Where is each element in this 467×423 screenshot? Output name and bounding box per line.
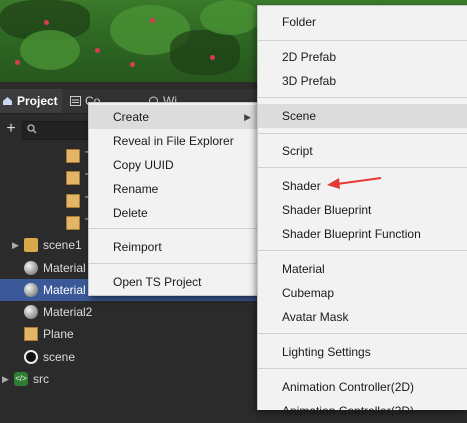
create-submenu: Folder 2D Prefab 3D Prefab Scene Script … xyxy=(257,5,467,418)
search-input[interactable] xyxy=(22,121,94,140)
tree-row-label: Plane xyxy=(43,327,74,342)
annotation-arrow xyxy=(327,177,382,189)
create-item-material[interactable]: Material xyxy=(258,257,467,281)
texture-icon xyxy=(66,171,80,186)
menu-item-label: Delete xyxy=(113,206,148,220)
menu-item-rename[interactable]: Rename xyxy=(89,177,259,201)
mesh-icon xyxy=(24,327,38,342)
search-icon xyxy=(27,123,37,137)
expand-arrow-icon[interactable]: ▶ xyxy=(12,234,19,256)
menu-item-label: 2D Prefab xyxy=(282,50,337,64)
menu-separator xyxy=(258,167,467,168)
menu-separator xyxy=(258,133,467,134)
texture-icon xyxy=(66,215,80,230)
menu-item-label: Script xyxy=(282,144,313,158)
menu-separator xyxy=(258,97,467,98)
texture-icon xyxy=(66,193,80,208)
console-icon xyxy=(70,90,81,106)
tree-row-label: Material xyxy=(43,282,86,297)
menu-item-label: Open TS Project xyxy=(113,275,202,289)
menu-separator xyxy=(258,250,467,251)
scene-icon xyxy=(24,349,38,364)
expand-arrow-icon[interactable]: ▶ xyxy=(2,368,9,390)
tab-project-label: Project xyxy=(17,94,58,108)
menu-item-label: Create xyxy=(113,110,150,124)
tab-project[interactable]: Project xyxy=(0,89,62,113)
create-item-animation-controller-2d[interactable]: Animation Controller(2D) xyxy=(258,375,467,399)
create-item-lighting-settings[interactable]: Lighting Settings xyxy=(258,340,467,364)
menu-item-delete[interactable]: Delete xyxy=(89,201,259,225)
create-item-avatar-mask[interactable]: Avatar Mask xyxy=(258,305,467,329)
home-icon xyxy=(2,90,13,105)
menu-item-label: Scene xyxy=(282,109,317,123)
material-icon xyxy=(24,305,38,320)
widget-icon xyxy=(148,90,159,106)
menu-item-reimport[interactable]: Reimport xyxy=(89,235,259,259)
create-item-scene[interactable]: Scene xyxy=(258,104,467,128)
menu-separator xyxy=(89,263,259,264)
create-item-script[interactable]: Script xyxy=(258,139,467,163)
menu-separator xyxy=(258,333,467,334)
add-button[interactable]: + xyxy=(4,120,18,138)
submenu-arrow-icon: ▶ xyxy=(244,112,251,122)
tree-row-label: scene xyxy=(43,349,76,364)
menu-separator xyxy=(258,368,467,369)
menu-item-create[interactable]: Create ▶ xyxy=(89,105,259,129)
tree-row-label: Material2 xyxy=(43,305,93,320)
menu-item-label: Lighting Settings xyxy=(282,345,371,359)
tree-row-label: scene1 xyxy=(43,238,82,253)
menu-item-label: Reimport xyxy=(113,240,162,254)
menu-item-reveal-in-file-explorer[interactable]: Reveal in File Explorer xyxy=(89,129,259,153)
menu-item-label: Folder xyxy=(282,15,317,29)
create-item-shader-blueprint[interactable]: Shader Blueprint xyxy=(258,198,467,222)
menu-item-label: Rename xyxy=(113,182,159,196)
source-icon: </> xyxy=(14,372,28,386)
menu-separator xyxy=(258,40,467,41)
menu-item-label: Copy UUID xyxy=(113,158,174,172)
create-item-3d-prefab[interactable]: 3D Prefab xyxy=(258,69,467,93)
menu-item-label: Avatar Mask xyxy=(282,310,349,324)
menu-item-label: Animation Controller(3D) xyxy=(282,404,415,418)
create-item-2d-prefab[interactable]: 2D Prefab xyxy=(258,45,467,69)
context-menu: Create ▶ Reveal in File Explorer Copy UU… xyxy=(88,102,260,296)
menu-item-label: Reveal in File Explorer xyxy=(113,134,234,148)
menu-item-label: Cubemap xyxy=(282,286,335,300)
tree-row-label: src xyxy=(33,372,49,386)
material-icon xyxy=(24,282,38,297)
create-item-animation-controller-3d[interactable]: Animation Controller(3D) xyxy=(258,399,467,423)
tree-row-label: Material xyxy=(43,260,86,275)
menu-item-label: 3D Prefab xyxy=(282,74,337,88)
menu-separator xyxy=(89,228,259,229)
material-icon xyxy=(24,260,38,275)
menu-item-label: Animation Controller(2D) xyxy=(282,380,415,394)
folder-icon xyxy=(24,238,38,253)
texture-icon xyxy=(66,149,80,163)
menu-item-label: Shader Blueprint Function xyxy=(282,227,421,241)
menu-item-label: Shader Blueprint xyxy=(282,203,372,217)
menu-item-label: Shader xyxy=(282,179,321,193)
create-item-folder[interactable]: Folder xyxy=(258,10,467,34)
create-item-shader-blueprint-function[interactable]: Shader Blueprint Function xyxy=(258,222,467,246)
menu-item-copy-uuid[interactable]: Copy UUID xyxy=(89,153,259,177)
menu-item-open-ts-project[interactable]: Open TS Project xyxy=(89,270,259,294)
menu-item-label: Material xyxy=(282,262,325,276)
create-item-cubemap[interactable]: Cubemap xyxy=(258,281,467,305)
